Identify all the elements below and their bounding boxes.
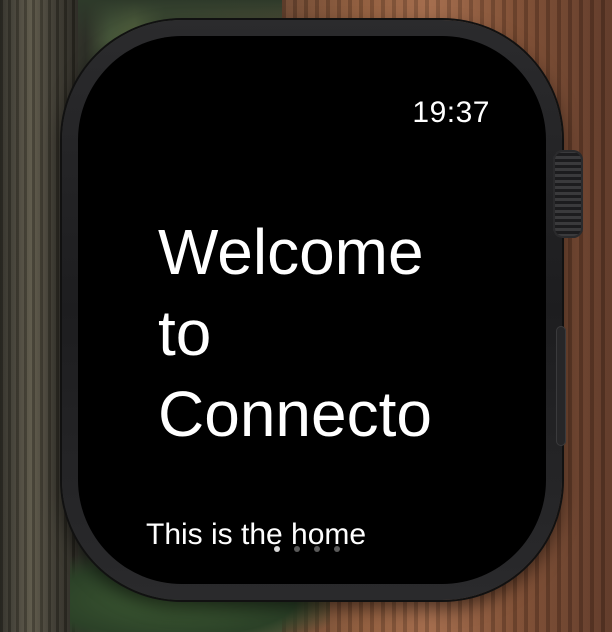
page-indicator-dot: [274, 546, 280, 552]
page-indicator-dot: [294, 546, 300, 552]
status-time: 19:37: [412, 96, 490, 129]
page-indicator-dot: [334, 546, 340, 552]
welcome-line-3: Connecto: [158, 378, 432, 450]
desktop-background: 19:37 Welcome to Connecto This is the ho…: [0, 0, 612, 632]
welcome-line-2: to: [158, 297, 212, 369]
side-button[interactable]: [556, 326, 566, 446]
welcome-heading: Welcome to Connecto: [158, 212, 528, 455]
digital-crown[interactable]: [553, 150, 583, 238]
watch-screen[interactable]: 19:37 Welcome to Connecto This is the ho…: [78, 36, 546, 584]
page-indicator-dot: [314, 546, 320, 552]
welcome-line-1: Welcome: [158, 216, 424, 288]
page-indicator: [274, 546, 340, 552]
